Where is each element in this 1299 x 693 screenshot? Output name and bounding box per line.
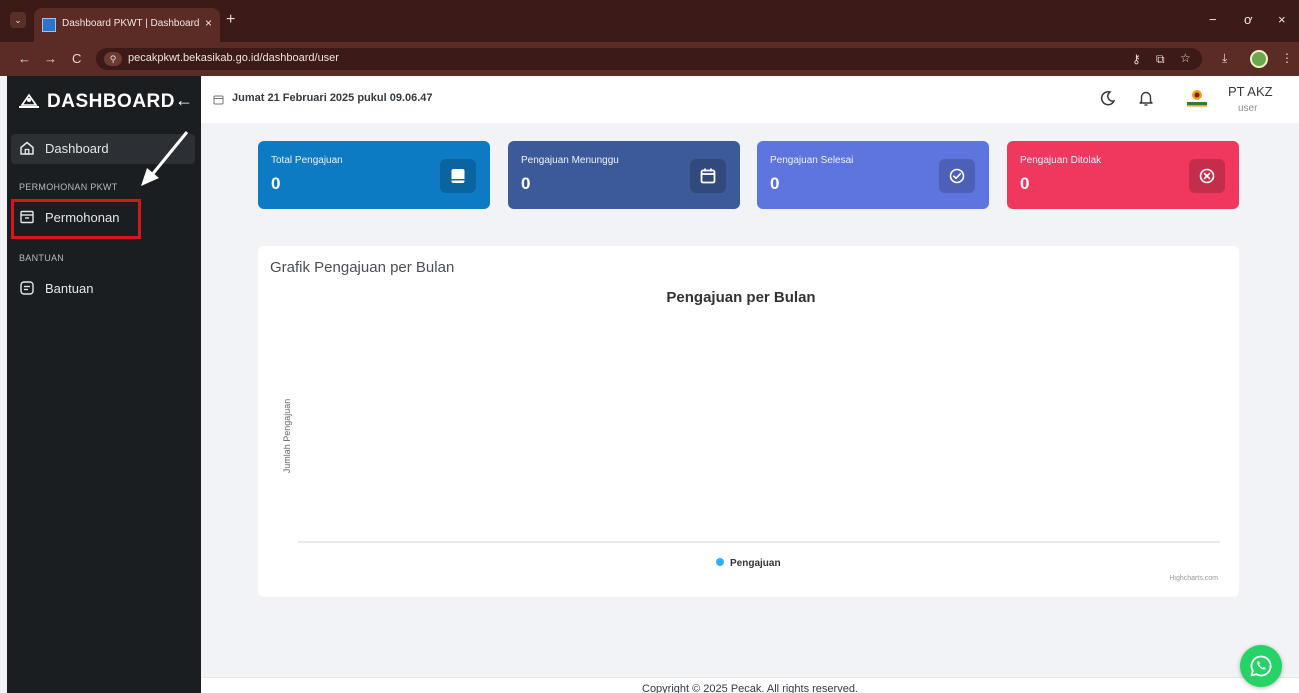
y-axis-label: Jumlah Pengajuan: [282, 399, 292, 474]
stat-label: Pengajuan Menunggu: [521, 155, 619, 166]
book-icon: [451, 169, 465, 183]
chart-card: Grafik Pengajuan per Bulan Pengajuan per…: [258, 246, 1239, 597]
legend-label: Pengajuan: [730, 558, 781, 569]
whatsapp-icon: [1250, 655, 1272, 677]
sidebar: DASHBOARD ← Dashboard PERMOHONAN PKWT Pe…: [7, 76, 201, 693]
stat-icon-box: [1189, 159, 1225, 193]
browser-toolbar: ← → C ⚲ pecakpkwt.bekasikab.go.id/dashbo…: [0, 42, 1299, 76]
dark-mode-icon[interactable]: [1099, 89, 1117, 107]
brand-logo-icon: [19, 93, 39, 108]
stat-label: Pengajuan Selesai: [770, 155, 854, 166]
annotation-arrow: [141, 131, 189, 186]
stat-value: 0: [1020, 174, 1030, 193]
brand: DASHBOARD ←: [17, 90, 197, 114]
download-icon[interactable]: ⤓: [1222, 51, 1227, 66]
footer: Copyright © 2025 Pecak. All rights reser…: [201, 677, 1299, 693]
tab-title: Dashboard PKWT | Dashboard: [62, 18, 200, 29]
new-tab-icon[interactable]: +: [226, 11, 235, 29]
company-logo-icon: [1187, 90, 1207, 107]
bell-icon[interactable]: [1137, 89, 1155, 107]
x-circle-icon: [1199, 168, 1215, 184]
legend-item-pengajuan[interactable]: Pengajuan: [716, 558, 781, 569]
message-square-icon: [20, 281, 34, 295]
reload-icon[interactable]: C: [72, 51, 81, 66]
calendar-small-icon: [213, 95, 224, 105]
user-role: user: [1238, 103, 1258, 114]
restore-icon[interactable]: ơ: [1244, 12, 1253, 27]
minimize-icon[interactable]: −: [1209, 12, 1217, 27]
url-text: pecakpkwt.bekasikab.go.id/dashboard/user: [128, 52, 339, 64]
annotation-highlight-box: [11, 199, 141, 239]
favicon-icon: [42, 18, 56, 32]
stat-value: 0: [770, 174, 780, 193]
stat-icon-box: [440, 159, 476, 193]
stat-card-total: Total Pengajuan 0: [258, 141, 490, 209]
address-bar[interactable]: ⚲ pecakpkwt.bekasikab.go.id/dashboard/us…: [96, 48, 1202, 70]
forward-icon[interactable]: →: [44, 51, 57, 66]
calendar-icon: [700, 168, 716, 184]
tab-search-icon[interactable]: ⌄: [10, 12, 26, 28]
copyright-text: Copyright © 2025 Pecak. All rights reser…: [642, 683, 858, 693]
back-icon[interactable]: ←: [18, 51, 31, 66]
section-title-bantuan: BANTUAN: [19, 253, 65, 263]
close-window-icon[interactable]: ×: [1278, 12, 1286, 27]
key-icon[interactable]: ⚷: [1132, 52, 1141, 66]
top-header: Jumat 21 Februari 2025 pukul 09.06.47 PT…: [201, 76, 1299, 123]
tab-close-icon[interactable]: ×: [205, 16, 212, 30]
browser-menu-icon[interactable]: ⋮: [1281, 51, 1293, 65]
chart: Pengajuan per Bulan Jumlah Pengajuan Pen…: [282, 289, 1220, 582]
current-datetime: Jumat 21 Februari 2025 pukul 09.06.47: [232, 92, 433, 104]
collapse-sidebar-icon[interactable]: ←: [175, 90, 193, 111]
chart-credits[interactable]: Highcharts.com: [1169, 575, 1218, 582]
whatsapp-button[interactable]: [1240, 645, 1282, 687]
stat-value: 0: [521, 174, 531, 193]
check-circle-icon: [949, 168, 965, 184]
site-settings-icon[interactable]: ⚲: [104, 52, 122, 66]
bookmark-star-icon[interactable]: ☆: [1180, 51, 1191, 65]
stat-value: 0: [271, 174, 281, 193]
section-title-permohonan: PERMOHONAN PKWT: [19, 182, 118, 192]
stat-card-selesai: Pengajuan Selesai 0: [757, 141, 989, 209]
chart-title: Pengajuan per Bulan: [666, 289, 815, 306]
stat-card-ditolak: Pengajuan Ditolak 0: [1007, 141, 1239, 209]
stat-icon-box: [939, 159, 975, 193]
sidebar-item-label: Dashboard: [45, 141, 109, 156]
browser-tab-bar: ⌄ Dashboard PKWT | Dashboard × + − ơ ×: [0, 0, 1299, 42]
home-icon: [20, 141, 34, 155]
stat-label: Total Pengajuan: [271, 155, 343, 166]
browser-tab[interactable]: Dashboard PKWT | Dashboard ×: [34, 8, 220, 42]
brand-title: DASHBOARD: [47, 91, 175, 112]
sidebar-item-label: Bantuan: [45, 281, 94, 296]
legend-symbol: [716, 558, 724, 566]
stat-card-menunggu: Pengajuan Menunggu 0: [508, 141, 740, 209]
translate-icon[interactable]: ⧉: [1156, 52, 1165, 67]
profile-avatar[interactable]: [1250, 50, 1268, 68]
stat-icon-box: [690, 159, 726, 193]
company-name[interactable]: PT AKZ: [1228, 84, 1273, 99]
stat-label: Pengajuan Ditolak: [1020, 155, 1102, 166]
